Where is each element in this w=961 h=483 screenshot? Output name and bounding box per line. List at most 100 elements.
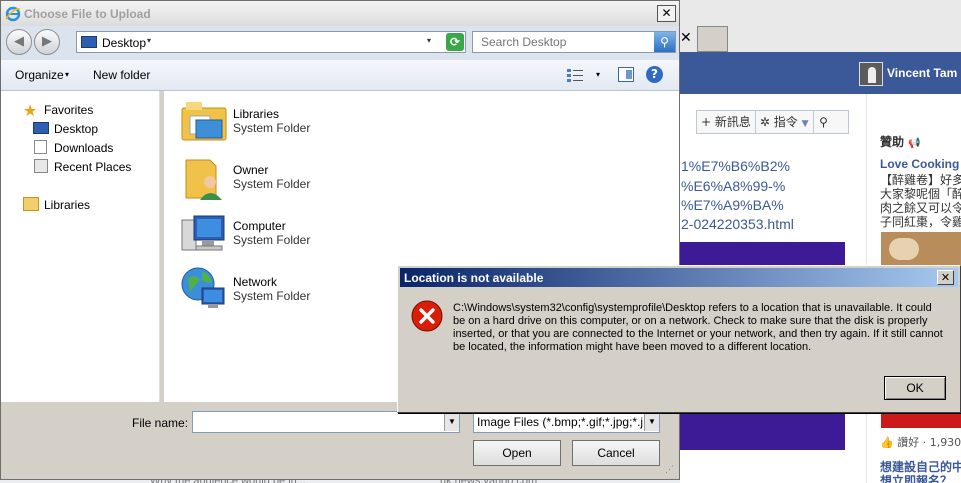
organize-menu-button[interactable]: Organize (15, 68, 64, 82)
desktop-icon (33, 122, 49, 134)
file-name: Libraries (233, 107, 280, 121)
sidebar-item-label: Desktop (54, 122, 99, 136)
file-type: System Folder (233, 289, 311, 303)
file-type: System Folder (233, 233, 311, 247)
ad-bottom-title[interactable]: 想建設自己的中 想立即報名？ (880, 460, 961, 483)
list-item[interactable]: Owner System Folder (180, 154, 420, 204)
list-item[interactable]: Libraries System Folder (180, 98, 420, 148)
browser-tab-placeholder[interactable] (697, 26, 728, 52)
chevron-down-icon: ▼ (801, 119, 809, 129)
address-history-dropdown[interactable]: ▾ (427, 36, 431, 45)
computer-icon (181, 215, 225, 251)
search-input[interactable] (473, 32, 653, 52)
address-breadcrumb[interactable]: Desktop (102, 36, 146, 50)
user-folder-icon (185, 159, 222, 200)
libraries-icon (23, 197, 39, 211)
browser-tab-close-button[interactable]: ✕ (680, 30, 694, 50)
resize-grip[interactable]: ⋰ (665, 464, 674, 475)
search-button[interactable]: ⚲ (654, 32, 675, 52)
ad-text-line: 肉之餘又可以令 (880, 201, 961, 215)
file-name-dropdown[interactable]: ▼ (444, 413, 459, 431)
file-type-select[interactable]: Image Files (*.bmp;*.gif;*.jpg;*.j ▼ (473, 411, 660, 433)
ad-title-link[interactable]: Love Cooking (880, 157, 959, 171)
sidebar-item-favorites[interactable]: ★ Favorites (1, 100, 159, 120)
avatar[interactable] (859, 62, 883, 86)
cancel-button[interactable]: Cancel (572, 440, 660, 466)
forward-button[interactable]: ▶ (34, 29, 60, 55)
sidebar-item-libraries[interactable]: Libraries (1, 195, 159, 214)
libraries-icon (181, 102, 227, 141)
sidebar-item-desktop[interactable]: Desktop (1, 119, 159, 138)
sidebar-item-downloads[interactable]: Downloads (1, 138, 159, 157)
chevron-down-icon[interactable]: ▾ (65, 70, 69, 79)
refresh-icon: ⟳ (449, 35, 461, 49)
file-name: Owner (233, 163, 269, 177)
thumbs-up-icon: 👍 (880, 436, 894, 449)
downloads-icon (34, 140, 47, 154)
dialog-title: Location is not available (404, 271, 544, 285)
post-link-text[interactable]: 2-024220353.html (681, 216, 794, 232)
error-icon (411, 300, 443, 332)
help-icon[interactable]: ? (646, 66, 663, 83)
post-link-text[interactable]: %E6%A8%99-% (681, 178, 785, 194)
file-type: System Folder (233, 121, 311, 135)
preview-pane-icon[interactable] (618, 67, 634, 82)
megaphone-icon: 📢 (908, 138, 921, 149)
ad-text-line: 【醉雞卷】好多 (880, 173, 961, 187)
dialog-titlebar[interactable]: Choose File to Upload ✕ (1, 1, 679, 26)
close-button[interactable]: ✕ (937, 270, 954, 285)
recent-places-icon (34, 159, 48, 173)
change-view-icon[interactable] (567, 68, 583, 82)
sponsored-label: 贊助 📢 (880, 135, 921, 149)
dialog-footer: File name: ▼ Image Files (*.bmp;*.gif;*.… (1, 402, 679, 479)
desktop-icon (81, 36, 97, 48)
ad-text-line: 子同紅棗，令雞 (880, 215, 961, 229)
search-box: ⚲ (472, 31, 676, 53)
sidebar-item-recent-places[interactable]: Recent Places (1, 157, 159, 176)
dialog-title: Choose File to Upload (24, 7, 151, 21)
refresh-button[interactable]: ⟳ (446, 33, 464, 51)
star-icon: ★ (23, 101, 38, 120)
close-button[interactable]: ✕ (657, 5, 676, 22)
file-name: Computer (233, 219, 286, 233)
post-link-text[interactable]: %E7%A9%BA% (681, 197, 784, 213)
new-folder-button[interactable]: New folder (93, 68, 150, 82)
sidebar-item-label: Recent Places (54, 160, 132, 174)
list-item[interactable]: Computer System Folder (180, 210, 420, 260)
internet-explorer-icon (5, 6, 21, 22)
facebook-post-toolbar: + 新訊息 ✲ 指令 ▼ ⚲ (696, 110, 849, 134)
back-button[interactable]: ◀ (6, 29, 32, 55)
error-message: C:\Windows\system32\config\systemprofile… (453, 302, 943, 353)
search-icon: ⚲ (660, 35, 669, 49)
file-type: System Folder (233, 177, 311, 191)
file-name-field[interactable]: ▼ (192, 411, 460, 433)
network-icon (181, 267, 225, 308)
ad-text-line: 大家黎呢個「醉 (880, 187, 961, 201)
new-post-button[interactable]: + 新訊息 (697, 111, 756, 133)
address-bar[interactable]: Desktop ▾ ▾ ⟳ (76, 31, 466, 53)
close-icon: ✕ (661, 6, 672, 20)
file-name-label: File name: (132, 416, 189, 430)
list-item[interactable]: Network System Folder (180, 266, 420, 316)
chevron-down-icon[interactable]: ▾ (147, 36, 151, 45)
dialog-titlebar[interactable]: Location is not available ✕ (400, 268, 958, 287)
arrow-left-icon: ◀ (14, 34, 24, 49)
file-type-dropdown[interactable]: ▼ (644, 413, 659, 431)
post-link-text[interactable]: 1%E7%B6%B2% (681, 158, 790, 174)
navigation-bar: ◀ ▶ Desktop ▾ ▾ ⟳ ⚲ (1, 26, 679, 60)
ad-like-button[interactable]: 👍 讚好 · 1,930 (880, 434, 961, 450)
file-name: Network (233, 275, 278, 289)
actions-menu-button[interactable]: ✲ 指令 ▼ (756, 111, 814, 133)
open-button[interactable]: Open (473, 440, 561, 466)
sidebar-item-label: Libraries (44, 198, 91, 212)
actions-label: ✲ 指令 (759, 115, 798, 129)
sidebar-item-label: Favorites (44, 103, 94, 117)
views-dropdown-arrow[interactable]: ▾ (596, 70, 600, 79)
post-image[interactable] (680, 412, 845, 450)
search-icon[interactable]: ⚲ (814, 115, 834, 129)
ok-button[interactable]: OK (884, 376, 946, 400)
facebook-user-name[interactable]: Vincent Tam (887, 66, 957, 80)
like-count: 讚好 · 1,930 (897, 436, 961, 449)
location-error-dialog: Location is not available ✕ C:\Windows\s… (397, 265, 961, 413)
command-bar: Organize ▾ New folder ▾ ? (1, 60, 679, 91)
